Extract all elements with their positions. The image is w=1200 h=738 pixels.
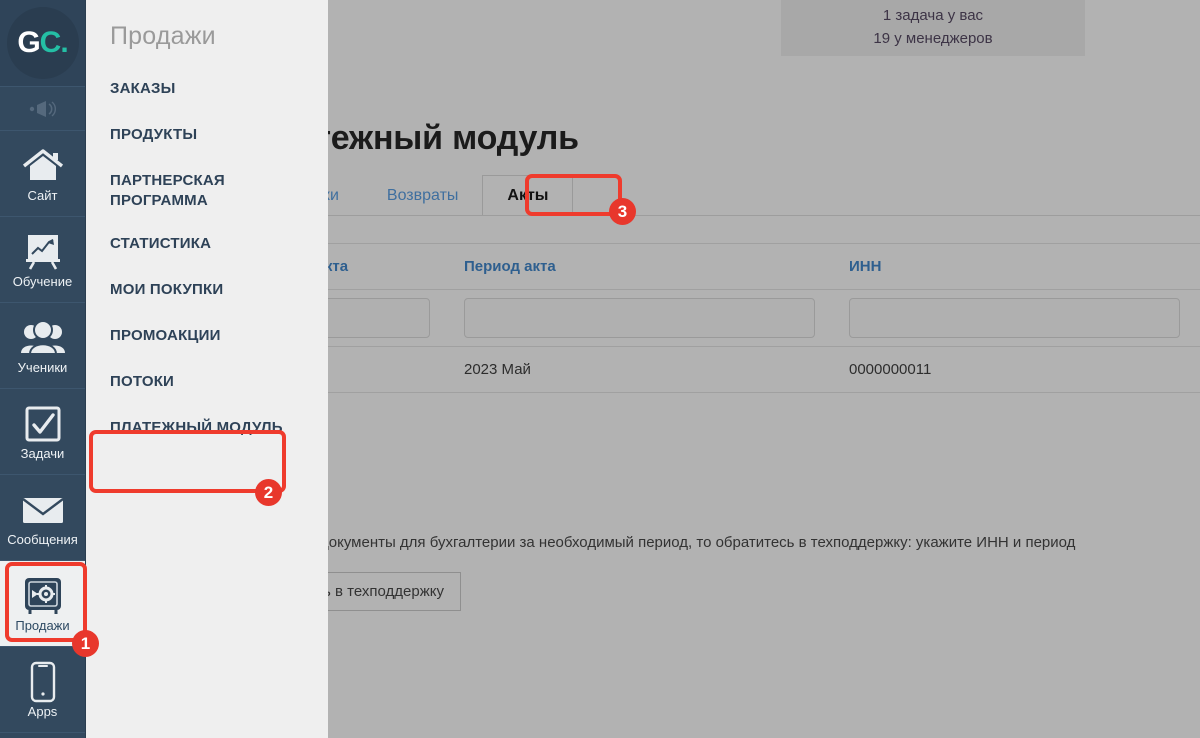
checkbox-icon	[24, 403, 62, 445]
step-badge-1: 1	[72, 630, 99, 657]
step-badge-2: 2	[255, 479, 282, 506]
sidebar-item-tasks[interactable]: Задачи	[0, 389, 85, 475]
tasks-own-line: 1 задача у вас	[882, 7, 984, 24]
sidebar-item-label-apps: Apps	[27, 703, 58, 719]
table-filter-row	[250, 289, 1200, 347]
app-logo[interactable]: G C.	[0, 0, 85, 87]
sidebar-item-site[interactable]: Сайт	[0, 131, 85, 217]
tab-refunds[interactable]: Возвраты	[363, 175, 483, 216]
sidebar-item-label-students: Ученики	[17, 359, 68, 375]
filter-act-period[interactable]	[464, 298, 815, 338]
left-icon-rail: G C. Сайт Обучение Ученики Задачи Сообще…	[0, 0, 86, 738]
sidebar-item-label-tasks: Задачи	[20, 445, 65, 461]
sidebar-item-label-messages: Сообщения	[7, 531, 78, 547]
sidebar-item-label-sales: Продажи	[15, 617, 70, 633]
filter-inn[interactable]	[849, 298, 1180, 338]
panel-item-partner-program[interactable]: ПАРТНЕРСКАЯ ПРОГРАММА	[86, 171, 328, 211]
step-badge-3: 3	[609, 198, 636, 225]
cell-inn: 0000000011	[835, 346, 1200, 393]
sidebar-item-sales[interactable]: Продажи	[0, 561, 85, 647]
sidebar-item-apps[interactable]: Apps	[0, 647, 85, 733]
chart-board-icon	[22, 231, 64, 273]
home-icon	[21, 145, 65, 187]
sidebar-item-label-education: Обучение	[12, 273, 73, 289]
sales-dropdown-panel: Продажи ЗАКАЗЫ ПРОДУКТЫ ПАРТНЕРСКАЯ ПРОГ…	[86, 0, 328, 738]
table-row: 2023 Май 0000000011	[250, 346, 1200, 393]
phone-icon	[30, 661, 56, 703]
envelope-icon	[21, 489, 65, 531]
sidebar-item-messages[interactable]: Сообщения	[0, 475, 85, 561]
users-icon	[20, 317, 66, 359]
acts-table: Номер акта Период акта ИНН 2023 Май 0000…	[250, 243, 1200, 393]
logo-text-g: G	[17, 26, 40, 59]
sidebar-item-label-site: Сайт	[27, 187, 58, 203]
panel-item-statistics[interactable]: СТАТИСТИКА	[86, 234, 328, 254]
panel-item-promotions[interactable]: ПРОМОАКЦИИ	[86, 326, 328, 346]
tasks-managers-line: 19 у менеджеров	[873, 30, 993, 47]
sidebar-item-students[interactable]: Ученики	[0, 303, 85, 389]
panel-item-orders[interactable]: ЗАКАЗЫ	[86, 79, 328, 99]
sidebar-item-announcements[interactable]	[0, 87, 85, 131]
column-header-inn: ИНН	[835, 243, 1200, 290]
megaphone-icon	[28, 88, 58, 130]
tab-bar-divider	[328, 215, 1200, 216]
table-header-row: Номер акта Период акта ИНН	[250, 243, 1200, 290]
sidebar-item-education[interactable]: Обучение	[0, 217, 85, 303]
panel-item-streams[interactable]: ПОТОКИ	[86, 372, 328, 392]
panel-item-payment-module[interactable]: ПЛАТЕЖНЫЙ МОДУЛЬ	[86, 418, 328, 438]
panel-menu-list: ЗАКАЗЫ ПРОДУКТЫ ПАРТНЕРСКАЯ ПРОГРАММА СТ…	[86, 51, 328, 438]
column-header-act-period: Период акта	[450, 243, 835, 290]
logo-text-c: C.	[39, 26, 69, 59]
panel-item-products[interactable]: ПРОДУКТЫ	[86, 125, 328, 145]
panel-title: Продажи	[110, 22, 216, 50]
panel-item-my-purchases[interactable]: МОИ ПОКУПКИ	[86, 280, 328, 300]
tab-acts[interactable]: Акты	[482, 175, 574, 216]
cell-act-period: 2023 Май	[450, 346, 835, 393]
safe-icon	[22, 575, 64, 617]
tasks-widget[interactable]: 1 задача у вас 19 у менеджеров	[781, 0, 1085, 56]
